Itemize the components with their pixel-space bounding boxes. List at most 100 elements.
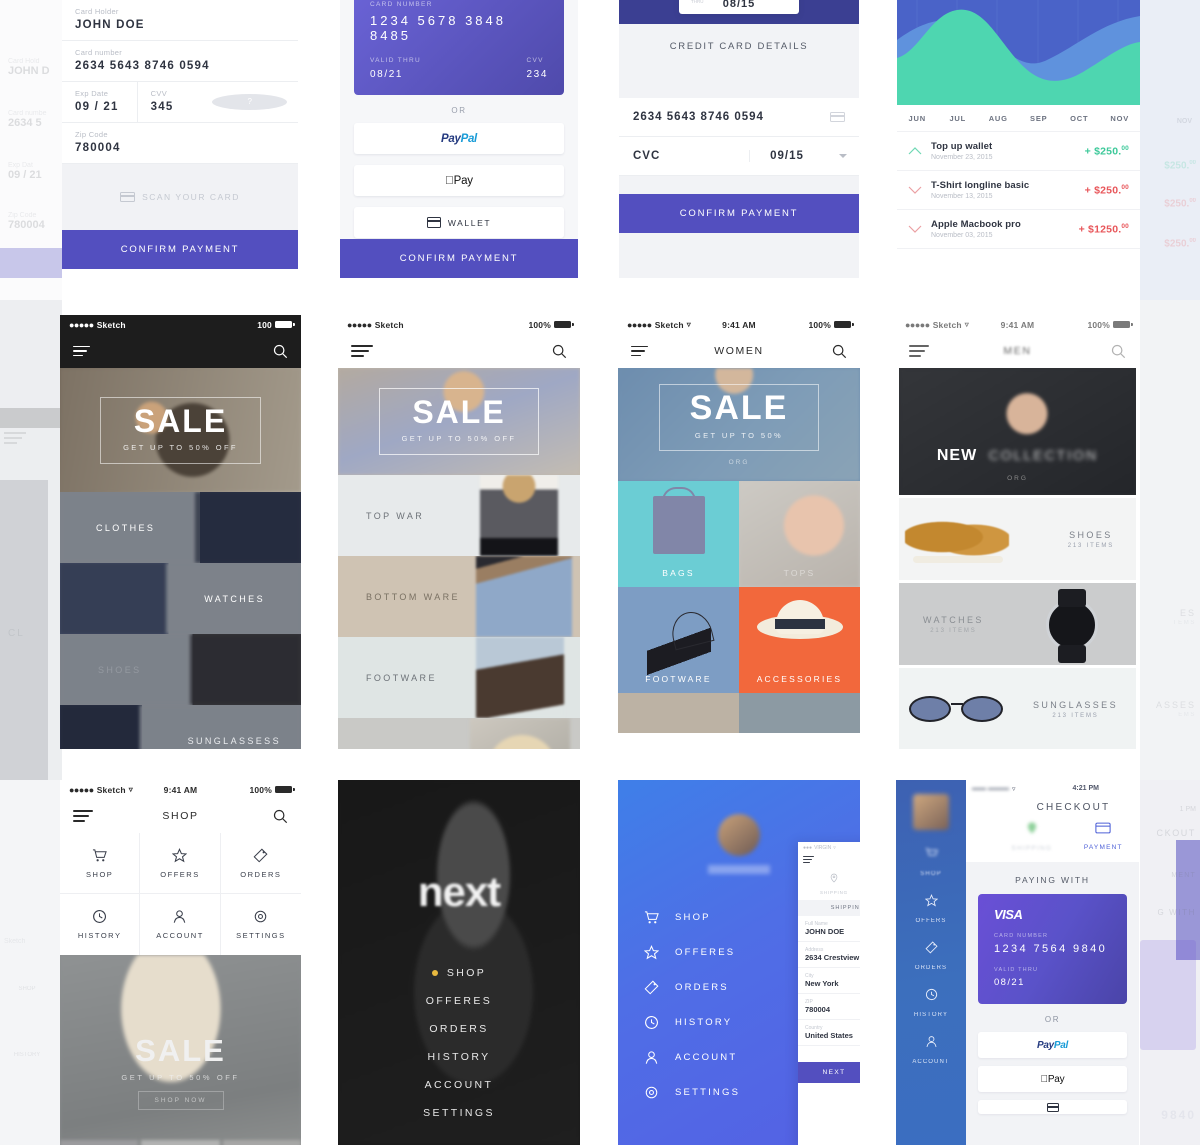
card-number-row[interactable]: Card number 2634 5643 8746 0594 [62, 41, 298, 82]
category-band-watches[interactable]: WATCHES [60, 563, 301, 634]
rail-item-orders[interactable]: ORDERS [896, 924, 966, 971]
visa-card[interactable]: VISA CARD NUMBER 1234 7564 9840 VALID TH… [978, 894, 1127, 1004]
wallet-icon [426, 217, 441, 228]
hero-banner[interactable]: SALE GET UP TO 50% ORG [618, 368, 860, 481]
tile-tops[interactable]: TOPS [739, 481, 860, 587]
rail-item-shop[interactable]: SHOP [896, 830, 966, 877]
month-tick: JUL [949, 114, 967, 123]
exp-date-field[interactable]: Exp Date 09 / 21 [62, 82, 137, 122]
menu-icon[interactable] [351, 344, 373, 358]
hero-banner-new[interactable]: NEW COLLECTION ORG [899, 368, 1136, 495]
confirm-payment-button[interactable]: CONFIRM PAYMENT [340, 239, 578, 278]
apple-pay-button[interactable]: Pay [978, 1066, 1127, 1092]
card-holder-row[interactable]: Card Holder JOHN DOE [62, 0, 298, 41]
cvc-row[interactable]: CVC 09/15 [619, 137, 859, 176]
apple-pay-button[interactable]: Pay [354, 165, 564, 196]
pin-icon [830, 873, 838, 883]
search-icon[interactable] [832, 344, 847, 359]
menu-icon[interactable] [909, 345, 929, 357]
tile-footware[interactable]: FOOTWARE [618, 587, 739, 693]
nav-item-shop[interactable]: SHOP [338, 959, 580, 987]
tile-accessories[interactable]: ACCESSORIES [739, 587, 860, 693]
transaction-row[interactable]: T-Shirt longline basic November 13, 2015… [897, 171, 1140, 210]
menu-cell-settings[interactable]: SETTINGS [221, 894, 301, 955]
hero-banner[interactable]: SALE GET UP TO 50% OFF [338, 368, 580, 475]
transaction-row[interactable]: Top up wallet November 23, 2015 + $250.0… [897, 132, 1140, 171]
menu-cell-shop[interactable]: SHOP [60, 833, 141, 894]
menu-icon[interactable] [73, 810, 93, 822]
apple-logo-icon: Pay [1041, 1073, 1065, 1085]
screen-shop-menu: ●●●●● Sketch ▿ 9:41 AM 100% SHOP SHOP OF… [60, 780, 301, 1145]
nav-item-orders[interactable]: ORDERS [338, 1015, 580, 1043]
field-full-name[interactable]: Full Name JOHN DOE [798, 916, 860, 942]
nav-item-history[interactable]: HISTORY [338, 1043, 580, 1071]
category-band-accessories[interactable]: ACCESSORIES [338, 718, 580, 749]
exp-date-value: 09 / 21 [75, 101, 119, 113]
category-band-bottom-ware[interactable]: BOTTOM WARE [338, 556, 580, 637]
field-city[interactable]: City New York [798, 968, 860, 994]
tile-bags[interactable]: BAGS [618, 481, 739, 587]
help-icon[interactable]: ? [212, 94, 288, 110]
scan-card-area[interactable]: SCAN YOUR CARD [62, 164, 298, 230]
paypal-button[interactable]: PayPal [978, 1032, 1127, 1058]
category-band-footware[interactable]: FOOTWARE [338, 637, 580, 718]
menu-icon[interactable] [803, 856, 814, 863]
nav-item-account[interactable]: ACCOUNT [338, 1071, 580, 1099]
hero-cta[interactable]: ORG [729, 459, 750, 466]
confirm-payment-button[interactable]: CONFIRM PAYMENT [62, 230, 298, 269]
rail-item-history[interactable]: HISTORY [896, 971, 966, 1018]
menu-cell-orders[interactable]: ORDERS [220, 833, 301, 894]
credit-card-visual[interactable]: CARD NUMBER 1234 5678 3848 8485 VALID TH… [354, 0, 564, 95]
search-icon[interactable] [552, 344, 567, 359]
cart-icon [644, 911, 659, 924]
cart-icon [93, 848, 107, 861]
menu-cell-offers[interactable]: OFFERS [140, 833, 221, 894]
menu-cell-account[interactable]: ACCOUNT [140, 894, 221, 955]
confirm-payment-button[interactable]: CONFIRM PAYMENT [619, 194, 859, 233]
mini-card[interactable]: VALIDTHRU 08/15 [679, 0, 799, 14]
menu-icon[interactable] [73, 345, 90, 357]
scan-card-label: SCAN YOUR CARD [142, 192, 240, 202]
menu-cell-history[interactable]: HISTORY [60, 894, 141, 955]
cvc-date-field[interactable]: 09/15 [749, 150, 859, 162]
nav-item-settings[interactable]: SETTINGS [338, 1099, 580, 1127]
rail-item-account[interactable]: ACCOUNT [896, 1018, 966, 1065]
product-row-shoes[interactable]: SHOES 213 ITEMS [899, 498, 1136, 580]
menu-icon[interactable] [631, 345, 648, 357]
category-band-clothes[interactable]: CLOTHES [60, 492, 301, 563]
nav-item-offeres[interactable]: OFFERES [338, 987, 580, 1015]
card-number-row[interactable]: 2634 5643 8746 0594 [619, 98, 859, 137]
wallet-button[interactable] [978, 1100, 1127, 1114]
cvv-value: 345 [150, 101, 174, 113]
step-shipping[interactable]: SHIPPING [996, 821, 1068, 852]
arrow-down-icon [908, 225, 922, 233]
zip-code-row[interactable]: Zip Code 780004 [62, 123, 298, 164]
field-country[interactable]: Country United States [798, 1020, 860, 1046]
rail-item-offers[interactable]: OFFERS [896, 877, 966, 924]
cvv-field[interactable]: CVV 345 [138, 82, 213, 122]
category-band-sunglasses[interactable]: SUNGLASSESS [60, 705, 301, 749]
wallet-button[interactable]: WALLET [354, 207, 564, 238]
field-address[interactable]: Address 2634 Crestview [798, 942, 860, 968]
transaction-row[interactable]: Apple Macbook pro November 03, 2015 + $1… [897, 210, 1140, 249]
field-zip[interactable]: ZIP 780004 [798, 994, 860, 1020]
step-payment[interactable]: PAYMENT [1068, 821, 1140, 852]
category-band-shoes[interactable]: SHOES [60, 634, 301, 705]
search-icon[interactable] [273, 344, 288, 359]
search-icon[interactable] [1111, 344, 1126, 359]
hero-cta-button[interactable]: SHOP NOW [137, 1091, 224, 1111]
category-band-top-war[interactable]: TOP WAR [338, 475, 580, 556]
paypal-button[interactable]: PayPal [354, 123, 564, 154]
step-shipping[interactable]: SHIPPING [798, 868, 860, 900]
search-icon[interactable] [273, 809, 288, 824]
chevron-down-icon[interactable] [839, 154, 847, 158]
menu-label: HISTORY [77, 931, 122, 940]
avatar [718, 814, 760, 856]
next-button[interactable]: NEXT [798, 1061, 860, 1083]
product-row-watches[interactable]: WATCHES 213 ITEMS [899, 583, 1136, 665]
rail-label: ORDERS [914, 965, 948, 971]
product-row-sunglasses[interactable]: SUNGLASSES 213 ITEMS [899, 668, 1136, 749]
hero-banner[interactable]: SALE GET UP TO 50% OFF [60, 368, 301, 492]
hero-cta[interactable]: ORG [899, 475, 1136, 482]
hero-banner[interactable]: SALE GET UP TO 50% OFF SHOP NOW [60, 955, 301, 1145]
